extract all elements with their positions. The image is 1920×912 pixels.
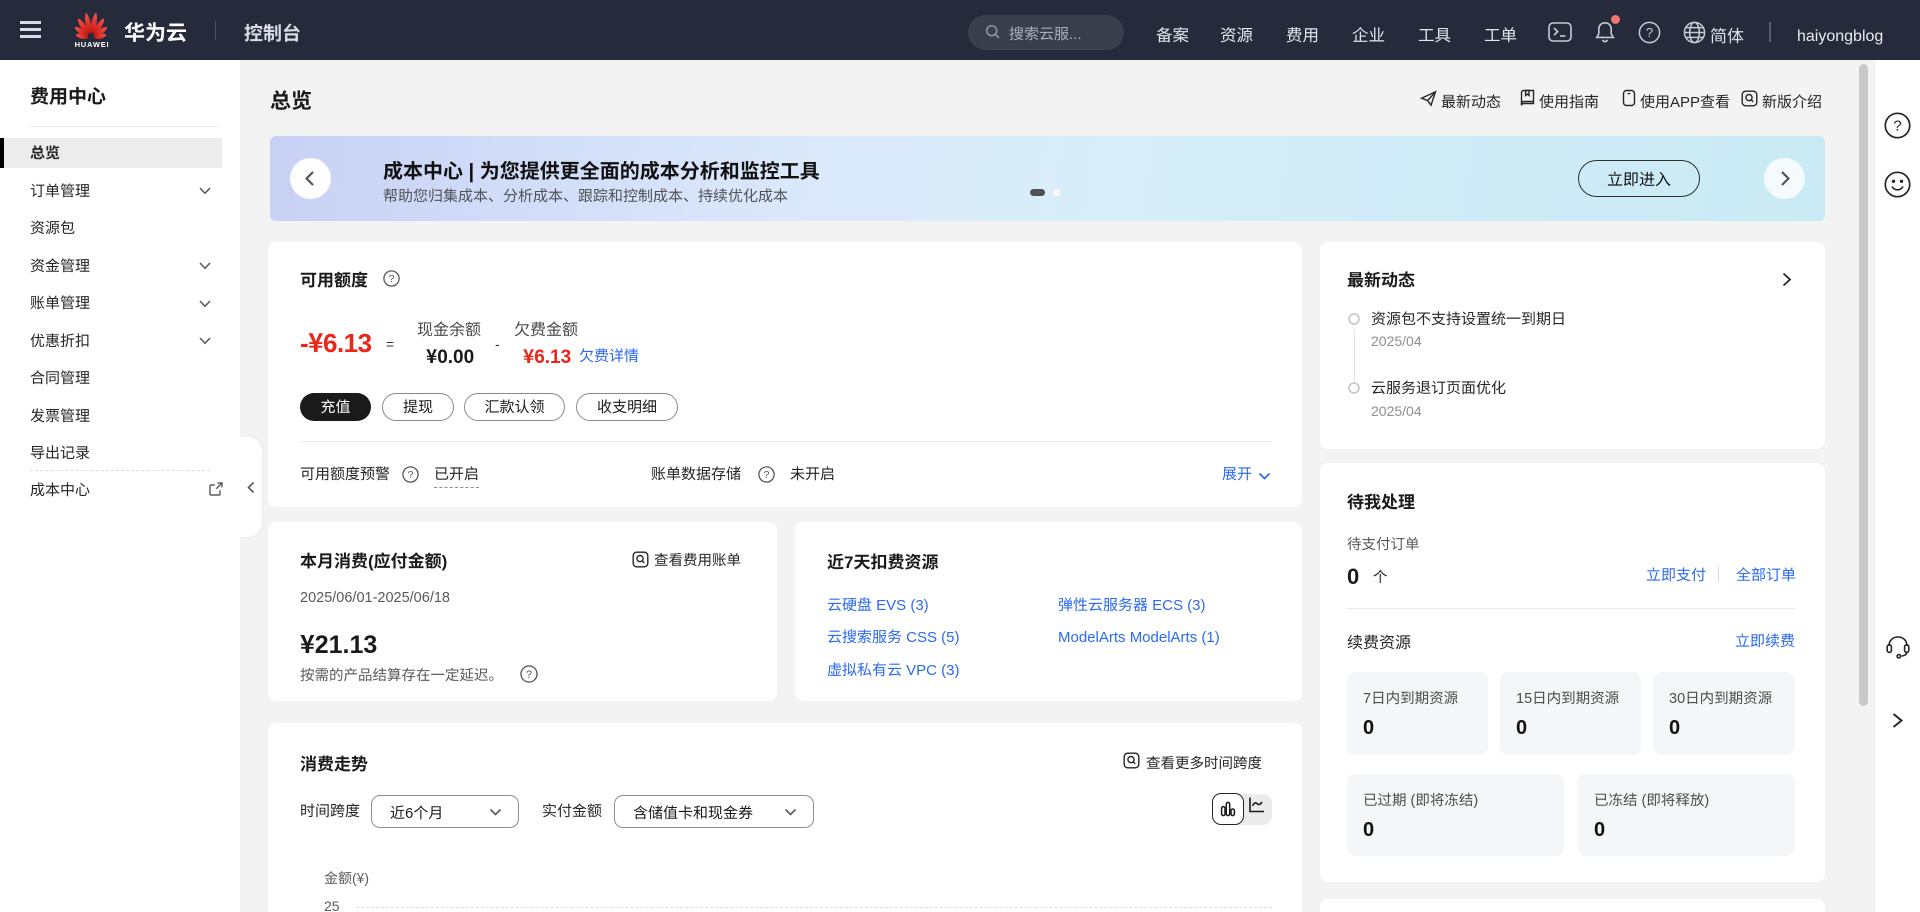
svg-text:?: ? bbox=[764, 469, 770, 481]
svg-text:?: ? bbox=[389, 273, 395, 285]
svg-text:?: ? bbox=[408, 469, 414, 481]
svg-text:?: ? bbox=[1893, 118, 1901, 135]
svg-text:?: ? bbox=[526, 669, 532, 681]
svg-text:?: ? bbox=[1646, 25, 1653, 40]
